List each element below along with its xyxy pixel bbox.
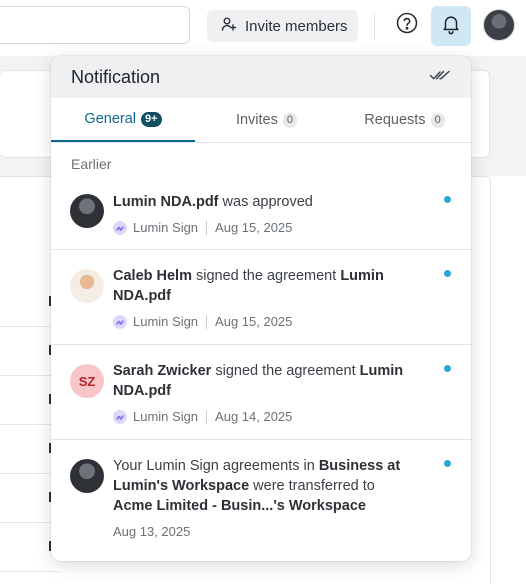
notification-date: Aug 14, 2025 [215, 409, 293, 424]
invite-members-label: Invite members [245, 17, 348, 35]
toolbar-divider [374, 13, 375, 39]
notification-text: Sarah Zwicker signed the agreement Lumin… [113, 361, 413, 401]
top-bar: Invite members [0, 0, 526, 56]
lumin-sign-icon [113, 315, 127, 329]
search-input[interactable] [0, 6, 190, 44]
notification-date: Aug 15, 2025 [215, 220, 293, 235]
notification-title: Notification [71, 66, 161, 87]
notification-meta: Lumin Sign Aug 15, 2025 [113, 312, 413, 332]
avatar [70, 459, 104, 493]
tab-label: Requests [364, 112, 426, 128]
notifications-button[interactable] [431, 6, 471, 46]
notification-item[interactable]: SZ Sarah Zwicker signed the agreement Lu… [51, 345, 471, 440]
notification-item[interactable]: Caleb Helm signed the agreement Lumin ND… [51, 250, 471, 345]
avatar: SZ [70, 364, 104, 398]
meta-divider [206, 410, 208, 424]
notification-date: Aug 15, 2025 [215, 314, 293, 329]
notification-header: Notification [51, 56, 471, 98]
section-label: Earlier [71, 156, 112, 172]
notification-message: Your Lumin Sign agreements in [113, 458, 319, 474]
tab-requests[interactable]: Requests 0 [338, 98, 471, 142]
double-check-icon[interactable] [429, 68, 451, 87]
notification-meta: Lumin Sign Aug 15, 2025 [113, 218, 413, 238]
table-row-divider [0, 571, 60, 572]
unread-dot [444, 460, 451, 467]
unread-dot [444, 196, 451, 203]
avatar [70, 194, 104, 228]
help-button[interactable] [393, 11, 421, 39]
signer-name: Caleb Helm [113, 268, 192, 284]
notification-item[interactable]: Lumin NDA.pdf was approved Lumin Sign Au… [51, 178, 471, 250]
notification-panel: Notification General 9+ Invites 0 Reques… [51, 56, 471, 561]
document-name: Lumin NDA.pdf [113, 194, 219, 210]
notification-content: Lumin NDA.pdf was approved Lumin Sign Au… [113, 192, 413, 238]
notification-meta: Lumin Sign Aug 14, 2025 [113, 407, 413, 427]
notification-content: Caleb Helm signed the agreement Lumin ND… [113, 266, 413, 332]
tab-label: Invites [235, 112, 278, 128]
unread-dot [444, 270, 451, 277]
meta-divider [206, 221, 208, 235]
count-badge: 0 [282, 112, 298, 128]
notification-date: Aug 13, 2025 [113, 524, 191, 539]
count-badge: 9+ [141, 111, 162, 127]
lumin-sign-icon [113, 221, 127, 235]
signer-name: Sarah Zwicker [113, 363, 212, 379]
app-name: Lumin Sign [133, 409, 199, 424]
notification-text: Your Lumin Sign agreements in Business a… [113, 456, 413, 516]
tab-label: General [84, 111, 137, 127]
notification-content: Sarah Zwicker signed the agreement Lumin… [113, 361, 413, 427]
app-name: Lumin Sign [133, 220, 199, 235]
count-badge: 0 [430, 112, 445, 128]
notification-item[interactable]: Your Lumin Sign agreements in Business a… [51, 440, 471, 555]
notification-message: was approved [218, 194, 313, 210]
notification-message: signed the agreement [191, 268, 341, 284]
workspace-name: Acme Limited - Busin...'s Workspace [113, 498, 366, 514]
invite-members-button[interactable]: Invite members [207, 10, 358, 42]
question-circle-icon [395, 11, 419, 40]
avatar [70, 269, 104, 303]
notification-message: signed the agreement [211, 363, 360, 379]
user-avatar[interactable] [483, 9, 515, 41]
lumin-sign-icon [113, 410, 127, 424]
notification-tabs: General 9+ Invites 0 Requests 0 [51, 98, 471, 143]
app-name: Lumin Sign [133, 314, 199, 329]
notification-content: Your Lumin Sign agreements in Business a… [113, 456, 413, 542]
notification-text: Caleb Helm signed the agreement Lumin ND… [113, 266, 413, 306]
tab-invites[interactable]: Invites 0 [195, 98, 338, 142]
user-plus-icon [221, 16, 237, 36]
bell-icon [440, 13, 462, 40]
notification-text: Lumin NDA.pdf was approved [113, 192, 413, 212]
meta-divider [206, 315, 208, 329]
notification-meta: Aug 13, 2025 [113, 522, 413, 542]
unread-dot [444, 365, 451, 372]
notification-message: were transferred to [249, 478, 375, 494]
tab-general[interactable]: General 9+ [51, 98, 195, 142]
